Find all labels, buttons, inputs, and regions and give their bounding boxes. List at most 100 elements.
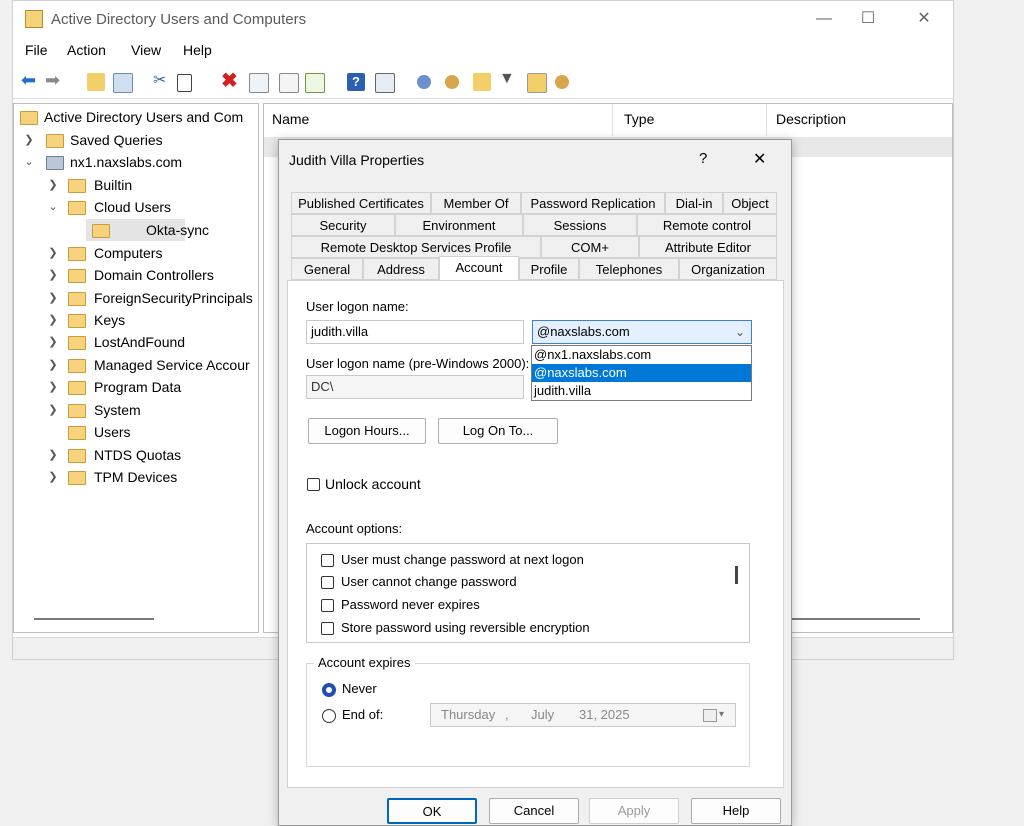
- help-icon[interactable]: ?: [347, 73, 365, 91]
- minimize-button[interactable]: —: [809, 7, 839, 31]
- properties-icon[interactable]: [249, 73, 269, 93]
- up-folder-icon[interactable]: [87, 73, 105, 91]
- chevron-right-icon[interactable]: ❯: [46, 376, 60, 398]
- tab-profile[interactable]: Profile: [519, 258, 579, 280]
- menu-file[interactable]: File: [25, 42, 48, 58]
- maximize-button[interactable]: ☐: [853, 7, 883, 31]
- help-button[interactable]: Help: [691, 798, 781, 824]
- chevron-right-icon[interactable]: ❯: [46, 287, 60, 309]
- new-group-icon[interactable]: [445, 75, 459, 89]
- dropdown-option[interactable]: judith.villa: [532, 382, 751, 400]
- option-checkbox[interactable]: [321, 622, 334, 635]
- find-icon[interactable]: [527, 73, 547, 93]
- chevron-right-icon[interactable]: ❯: [46, 354, 60, 376]
- menu-help[interactable]: Help: [183, 42, 212, 58]
- pre2000-domain-field: DC\: [306, 375, 524, 399]
- never-radio[interactable]: [322, 683, 336, 697]
- tab-environment[interactable]: Environment: [395, 214, 523, 236]
- end-date-picker[interactable]: Thursday , July 31, 2025 ▾: [430, 703, 736, 727]
- help-icon[interactable]: ?: [699, 150, 707, 167]
- cut-icon[interactable]: ✂: [153, 70, 171, 89]
- date-weekday: Thursday: [441, 707, 496, 722]
- log-on-to-button[interactable]: Log On To...: [438, 418, 558, 444]
- title-bar: Active Directory Users and Computers — ☐…: [13, 1, 953, 37]
- dropdown-option-selected[interactable]: @naxslabs.com: [532, 364, 751, 382]
- column-header-name[interactable]: Name: [272, 111, 309, 127]
- column-header-type[interactable]: Type: [624, 111, 654, 127]
- back-arrow-icon[interactable]: ⬅: [21, 70, 39, 90]
- tab-remote-control[interactable]: Remote control: [637, 214, 777, 236]
- app-icon: [25, 10, 43, 28]
- tab-address[interactable]: Address: [363, 258, 439, 280]
- account-expires-label: Account expires: [314, 655, 415, 670]
- chevron-right-icon[interactable]: ❯: [46, 264, 60, 286]
- export-icon[interactable]: [305, 73, 325, 93]
- chevron-down-icon[interactable]: ⌄: [22, 151, 36, 173]
- horizontal-scrollbar[interactable]: [34, 618, 154, 620]
- dropdown-option[interactable]: @nx1.naxslabs.com: [532, 346, 751, 364]
- upn-suffix-select[interactable]: @naxslabs.com ⌄: [532, 320, 752, 344]
- console-icon[interactable]: [375, 73, 395, 93]
- ok-button[interactable]: OK: [387, 798, 477, 824]
- new-user-icon[interactable]: [417, 75, 431, 89]
- tab-member-of[interactable]: Member Of: [431, 192, 521, 214]
- column-separator[interactable]: [766, 104, 767, 136]
- tab-attribute-editor[interactable]: Attribute Editor: [639, 236, 777, 258]
- chevron-right-icon[interactable]: ❯: [46, 242, 60, 264]
- chevron-right-icon[interactable]: ❯: [46, 174, 60, 196]
- chevron-down-icon: ⌄: [734, 325, 745, 339]
- tab-object[interactable]: Object: [723, 192, 777, 214]
- copy-icon[interactable]: [177, 74, 192, 92]
- tab-general[interactable]: General: [291, 258, 363, 280]
- tab-account[interactable]: Account: [439, 256, 519, 280]
- logon-hours-button[interactable]: Logon Hours...: [308, 418, 426, 444]
- tab-com-plus[interactable]: COM+: [541, 236, 639, 258]
- tab-password-replication[interactable]: Password Replication: [521, 192, 665, 214]
- chevron-down-icon[interactable]: ⌄: [46, 196, 60, 218]
- option-checkbox[interactable]: [321, 576, 334, 589]
- folder-icon: [68, 179, 86, 193]
- cancel-button[interactable]: Cancel: [489, 798, 579, 824]
- logon-name-input[interactable]: judith.villa: [306, 320, 524, 344]
- option-label: Store password using reversible encrypti…: [341, 620, 590, 635]
- option-checkbox[interactable]: [321, 599, 334, 612]
- add-to-group-icon[interactable]: [555, 75, 569, 89]
- refresh-icon[interactable]: [279, 73, 299, 93]
- end-of-radio[interactable]: [322, 709, 336, 723]
- column-header-description[interactable]: Description: [776, 111, 846, 127]
- menu-action[interactable]: Action: [67, 42, 106, 58]
- delete-icon[interactable]: ✖: [221, 68, 239, 92]
- chevron-right-icon[interactable]: ❯: [46, 466, 60, 488]
- filter-icon[interactable]: ▼: [499, 70, 517, 88]
- tree-item-foreign-security-principals[interactable]: ❯ ForeignSecurityPrincipals: [46, 287, 260, 309]
- chevron-right-icon[interactable]: ❯: [46, 331, 60, 353]
- tab-organization[interactable]: Organization: [679, 258, 777, 280]
- tab-security[interactable]: Security: [291, 214, 395, 236]
- menu-view[interactable]: View: [131, 42, 161, 58]
- chevron-right-icon[interactable]: ❯: [46, 444, 60, 466]
- close-icon[interactable]: ✕: [753, 149, 766, 169]
- account-options-list[interactable]: User must change password at next logon …: [306, 543, 750, 643]
- tab-sessions[interactable]: Sessions: [523, 214, 637, 236]
- chevron-right-icon[interactable]: ❯: [46, 399, 60, 421]
- forward-arrow-icon[interactable]: ➡: [45, 70, 63, 90]
- tab-telephones[interactable]: Telephones: [579, 258, 679, 280]
- chevron-right-icon[interactable]: ❯: [46, 309, 60, 331]
- option-checkbox[interactable]: [321, 554, 334, 567]
- close-button[interactable]: ✕: [909, 7, 939, 31]
- chevron-right-icon[interactable]: ❯: [22, 129, 36, 151]
- tree-item-okta-sync[interactable]: Okta-sync: [86, 219, 209, 241]
- tab-dial-in[interactable]: Dial-in: [665, 192, 723, 214]
- apply-button[interactable]: Apply: [589, 798, 679, 824]
- option-label: Password never expires: [341, 597, 480, 612]
- tab-remote-desktop-services-profile[interactable]: Remote Desktop Services Profile: [291, 236, 541, 258]
- column-separator[interactable]: [612, 104, 613, 136]
- tab-published-certificates[interactable]: Published Certificates: [291, 192, 431, 214]
- unlock-account-checkbox[interactable]: [307, 478, 320, 491]
- chevron-down-icon[interactable]: ▾: [719, 704, 724, 726]
- calendar-icon[interactable]: [703, 709, 717, 722]
- new-ou-icon[interactable]: [473, 73, 491, 91]
- vertical-scrollbar[interactable]: [735, 566, 738, 584]
- show-tree-icon[interactable]: [113, 73, 133, 93]
- tree-item-managed-service-accounts[interactable]: ❯ Managed Service Accour: [46, 354, 260, 376]
